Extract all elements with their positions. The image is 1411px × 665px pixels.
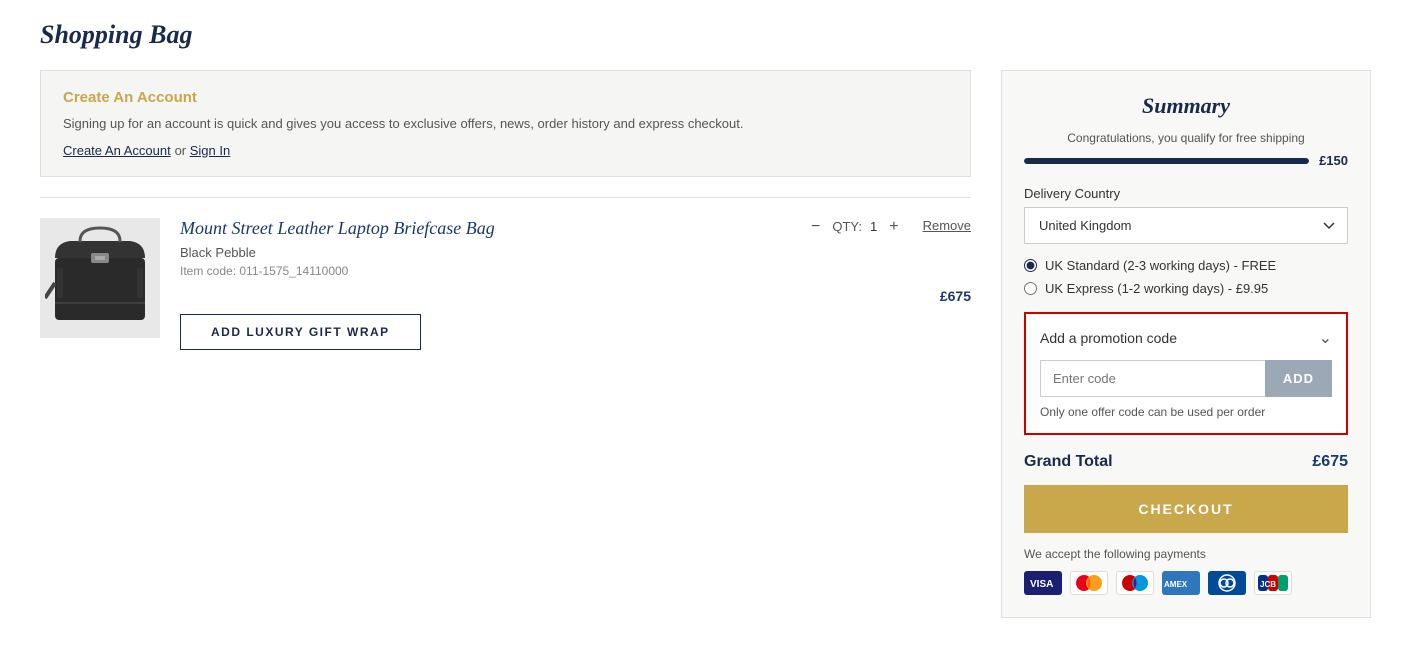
delivery-express-radio[interactable] <box>1024 282 1037 295</box>
quantity-controls: − QTY: 1 + <box>807 218 903 236</box>
payment-icons: VISA <box>1024 571 1348 595</box>
shipping-progress: £150 <box>1024 153 1348 168</box>
svg-text:JCB: JCB <box>1260 580 1276 589</box>
progress-amount: £150 <box>1319 153 1348 168</box>
add-gift-wrap-button[interactable]: ADD LUXURY GIFT WRAP <box>180 314 421 350</box>
promo-code-section: Add a promotion code ⌄ ADD Only one offe… <box>1024 312 1348 435</box>
promo-code-input[interactable] <box>1040 360 1265 397</box>
delivery-option-standard: UK Standard (2-3 working days) - FREE <box>1024 258 1348 273</box>
payment-methods-label: We accept the following payments <box>1024 547 1348 561</box>
promo-add-button[interactable]: ADD <box>1265 360 1332 397</box>
grand-total-label: Grand Total <box>1024 453 1113 471</box>
svg-text:AMEX: AMEX <box>1164 580 1188 589</box>
progress-bar-track <box>1024 158 1309 164</box>
maestro-icon <box>1116 571 1154 595</box>
jcb-icon: JCB <box>1254 571 1292 595</box>
qty-label: QTY: <box>832 219 862 234</box>
promo-header[interactable]: Add a promotion code ⌄ <box>1040 328 1332 348</box>
checkout-button[interactable]: CHECKOUT <box>1024 485 1348 533</box>
account-banner-title: Create An Account <box>63 89 948 106</box>
product-code: Item code: 011-1575_14110000 <box>180 264 971 278</box>
grand-total-row: Grand Total £675 <box>1024 453 1348 471</box>
cart-item-header: Mount Street Leather Laptop Briefcase Ba… <box>180 218 971 239</box>
product-name: Mount Street Leather Laptop Briefcase Ba… <box>180 218 787 239</box>
delivery-country-select[interactable]: United Kingdom United States Germany Fra… <box>1024 207 1348 244</box>
cart-item-details: Mount Street Leather Laptop Briefcase Ba… <box>180 218 971 350</box>
cart-section: Mount Street Leather Laptop Briefcase Ba… <box>40 197 971 350</box>
delivery-standard-radio[interactable] <box>1024 259 1037 272</box>
or-text: or <box>175 143 190 158</box>
delivery-options: UK Standard (2-3 working days) - FREE UK… <box>1024 258 1348 296</box>
promo-header-text: Add a promotion code <box>1040 330 1177 346</box>
summary-panel: Summary Congratulations, you qualify for… <box>1001 70 1371 618</box>
cart-item: Mount Street Leather Laptop Briefcase Ba… <box>40 218 971 350</box>
delivery-option-express: UK Express (1-2 working days) - £9.95 <box>1024 281 1348 296</box>
page-title: Shopping Bag <box>40 20 1371 50</box>
create-account-link[interactable]: Create An Account <box>63 143 171 158</box>
diners-icon <box>1208 571 1246 595</box>
quantity-value: 1 <box>870 219 877 234</box>
account-banner-links: Create An Account or Sign In <box>63 142 948 158</box>
delivery-country-label: Delivery Country <box>1024 186 1348 201</box>
quantity-increase-button[interactable]: + <box>885 218 902 236</box>
mastercard-icon <box>1070 571 1108 595</box>
remove-item-link[interactable]: Remove <box>923 218 971 233</box>
product-image <box>40 218 160 338</box>
quantity-decrease-button[interactable]: − <box>807 218 824 236</box>
delivery-standard-label[interactable]: UK Standard (2-3 working days) - FREE <box>1045 258 1276 273</box>
account-banner: Create An Account Signing up for an acco… <box>40 70 971 177</box>
promo-note: Only one offer code can be used per orde… <box>1040 405 1332 419</box>
sign-in-link[interactable]: Sign In <box>190 143 230 158</box>
free-shipping-message: Congratulations, you qualify for free sh… <box>1024 131 1348 145</box>
amex-icon: AMEX <box>1162 571 1200 595</box>
promo-input-row: ADD <box>1040 360 1332 397</box>
progress-bar-fill <box>1024 158 1309 164</box>
product-variant: Black Pebble <box>180 245 971 260</box>
svg-text:VISA: VISA <box>1030 579 1053 590</box>
visa-icon: VISA <box>1024 571 1062 595</box>
summary-title: Summary <box>1024 93 1348 119</box>
left-column: Create An Account Signing up for an acco… <box>40 70 971 350</box>
promo-chevron-icon: ⌄ <box>1319 328 1332 348</box>
product-price: £675 <box>940 288 971 304</box>
grand-total-amount: £675 <box>1312 453 1348 471</box>
account-banner-text: Signing up for an account is quick and g… <box>63 114 948 134</box>
delivery-express-label[interactable]: UK Express (1-2 working days) - £9.95 <box>1045 281 1268 296</box>
